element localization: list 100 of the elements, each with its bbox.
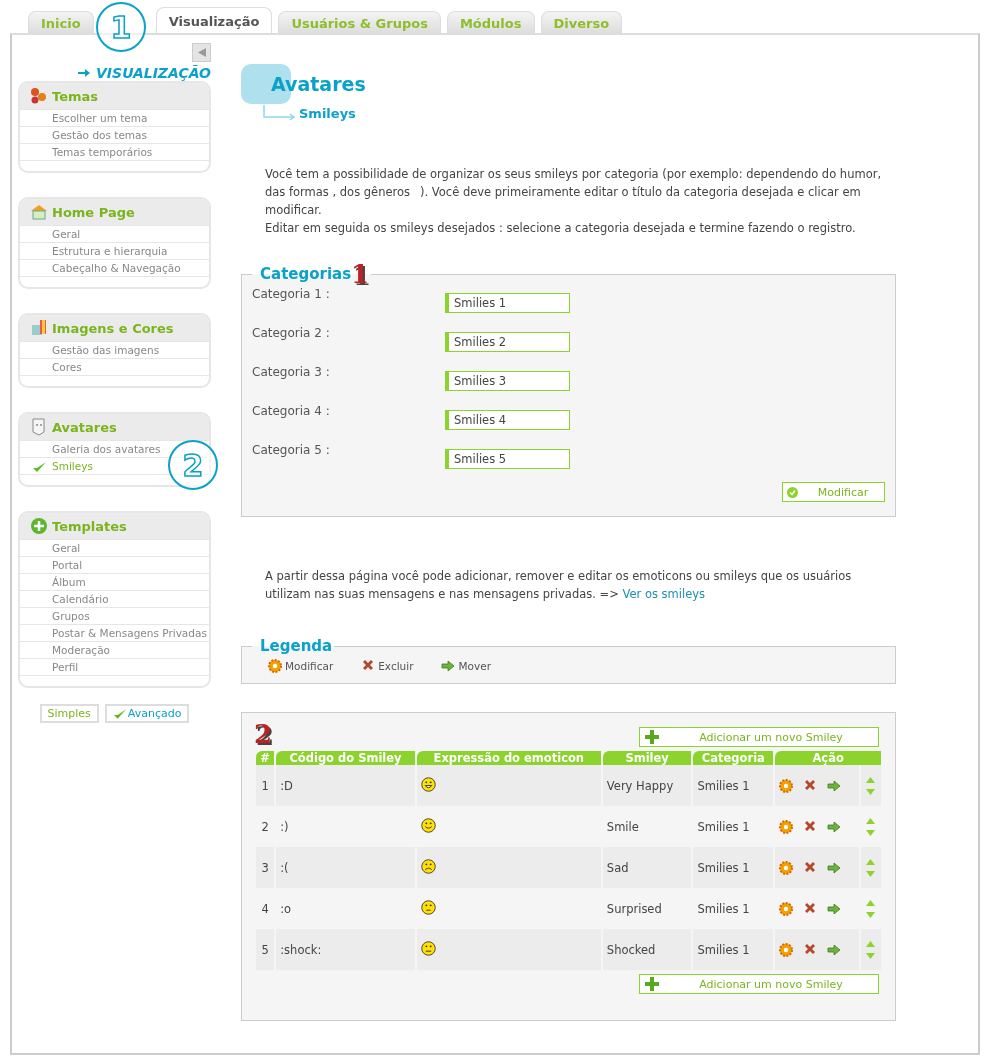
- check-icon: [112, 707, 127, 720]
- arrow-right-icon: [827, 942, 842, 957]
- table-cell: 5: [256, 929, 275, 970]
- legend-label: Mover: [458, 660, 491, 672]
- nav-tab[interactable]: Visualização: [155, 7, 273, 34]
- move-down-icon[interactable]: [866, 788, 876, 795]
- delete-icon: [803, 942, 818, 957]
- delete-icon: [803, 819, 818, 834]
- legend-label: Modificar: [285, 660, 334, 672]
- smiley-icon: [420, 940, 436, 956]
- gears-icon: [30, 87, 48, 105]
- move-up-icon[interactable]: [866, 940, 876, 947]
- menu-item[interactable]: Portal: [52, 559, 83, 571]
- smiley-icon: [420, 817, 436, 833]
- move-down-icon[interactable]: [866, 829, 876, 836]
- table-cell: :D: [276, 765, 415, 806]
- menu-item[interactable]: Geral: [52, 542, 81, 554]
- menu-item[interactable]: Cores: [52, 361, 82, 373]
- move-down-icon[interactable]: [866, 952, 876, 959]
- menu-item[interactable]: Álbum: [52, 576, 86, 588]
- arrow-right-icon: [78, 69, 91, 77]
- info-text: A partir dessa página você pode adicionar, remover e editar os emoticons ou smileys que os usuários utilizam nas suas mensagens e nas mensagens privadas. => Ver os smileys: [265, 568, 853, 603]
- move-up-icon[interactable]: [866, 899, 876, 906]
- smiley-icon: [420, 899, 436, 915]
- category-field[interactable]: Smilies 4: [445, 410, 570, 430]
- move-down-icon[interactable]: [866, 870, 876, 877]
- table-cell: Smilies 1: [693, 847, 774, 888]
- arrow-right-icon: [827, 860, 842, 875]
- gear-icon: [779, 778, 794, 793]
- house-icon: [30, 203, 48, 221]
- section-title: Legenda: [260, 637, 333, 655]
- callout-number: 1: [96, 2, 146, 52]
- intro-text: Editar em seguida os smileys desejados : selecione a categoria desejada e termine fazendo o registro.: [265, 220, 857, 237]
- step-number: 1: [351, 261, 370, 287]
- delete-icon: [803, 778, 818, 793]
- category-field[interactable]: Smilies 5: [445, 449, 570, 469]
- move-down-icon[interactable]: [866, 911, 876, 918]
- table-cell: Shocked: [602, 929, 692, 970]
- menu-item[interactable]: Moderação: [52, 644, 110, 656]
- mask-icon: [30, 418, 48, 436]
- add-smiley-button[interactable]: Adicionar um novo Smiley: [639, 727, 879, 747]
- move-up-icon[interactable]: [866, 776, 876, 783]
- menu-item[interactable]: Perfil: [52, 661, 79, 673]
- menu-title: Templates: [52, 518, 127, 534]
- field-label: Categoria 3 :: [252, 365, 331, 379]
- move-up-icon[interactable]: [866, 858, 876, 865]
- callout-number: 2: [168, 440, 218, 490]
- delete-icon: [803, 860, 818, 875]
- delete-icon: [803, 901, 818, 916]
- page-subtitle: Smileys: [299, 105, 356, 121]
- column-header: Expressão do emoticon: [416, 751, 601, 765]
- smiley-icon: [420, 858, 436, 874]
- menu-item[interactable]: Galeria dos avatares: [52, 443, 161, 455]
- column-header: Categoria: [693, 751, 774, 765]
- menu-title: Imagens e Cores: [52, 320, 174, 336]
- move-up-icon[interactable]: [866, 817, 876, 824]
- menu-item[interactable]: Calendário: [52, 593, 109, 605]
- menu-title: Home Page: [52, 204, 135, 220]
- menu-title: Avatares: [52, 419, 117, 435]
- collapse-button[interactable]: [192, 43, 211, 62]
- gear-icon: [268, 659, 282, 673]
- field-label: Categoria 2 :: [252, 326, 331, 340]
- field-label: Categoria 5 :: [252, 443, 331, 457]
- menu-item[interactable]: Gestão dos temas: [52, 129, 147, 141]
- plus-circle-icon: [30, 517, 48, 535]
- gear-icon: [779, 819, 794, 834]
- plus-icon: [644, 729, 660, 745]
- arrow-right-icon: [827, 819, 842, 834]
- menu-item[interactable]: Escolher um tema: [52, 112, 148, 124]
- section-title: Categorias: [260, 265, 352, 283]
- smileys-link[interactable]: Ver os smileys: [622, 587, 706, 601]
- delete-icon: [361, 659, 376, 673]
- gear-icon: [779, 942, 794, 957]
- table-cell: Smilies 1: [693, 929, 774, 970]
- category-field[interactable]: Smilies 3: [445, 371, 570, 391]
- table-cell: :(: [276, 847, 415, 888]
- check-icon: [32, 461, 47, 473]
- page-title: Avatares: [271, 73, 366, 95]
- menu-item[interactable]: Geral: [52, 228, 81, 240]
- triangle-left-icon: [197, 48, 206, 57]
- menu-item[interactable]: Smileys: [52, 460, 93, 472]
- menu-item[interactable]: Grupos: [52, 610, 90, 622]
- menu-item[interactable]: Temas temporários: [52, 146, 153, 158]
- menu-item[interactable]: Cabeçalho & Navegação: [52, 262, 181, 274]
- category-field[interactable]: Smilies 2: [445, 332, 570, 352]
- mode-button[interactable]: Simples: [39, 704, 99, 723]
- plus-icon: [644, 976, 660, 992]
- menu-item[interactable]: Postar & Mensagens Privadas: [52, 627, 207, 639]
- modify-button[interactable]: Modificar: [782, 482, 885, 502]
- add-smiley-button[interactable]: Adicionar um novo Smiley: [639, 974, 879, 994]
- field-label: Categoria 4 :: [252, 404, 331, 418]
- table-cell: 1: [256, 765, 275, 806]
- table-cell: :shock:: [276, 929, 415, 970]
- menu-item[interactable]: Gestão das imagens: [52, 344, 160, 356]
- category-field[interactable]: Smilies 1: [445, 293, 570, 313]
- table-cell: Very Happy: [602, 765, 692, 806]
- menu-item[interactable]: Estrutura e hierarquia: [52, 245, 168, 257]
- connector-arrow-icon: [263, 105, 297, 121]
- mode-button[interactable]: Avançado: [104, 704, 190, 723]
- arrow-right-icon: [827, 778, 842, 793]
